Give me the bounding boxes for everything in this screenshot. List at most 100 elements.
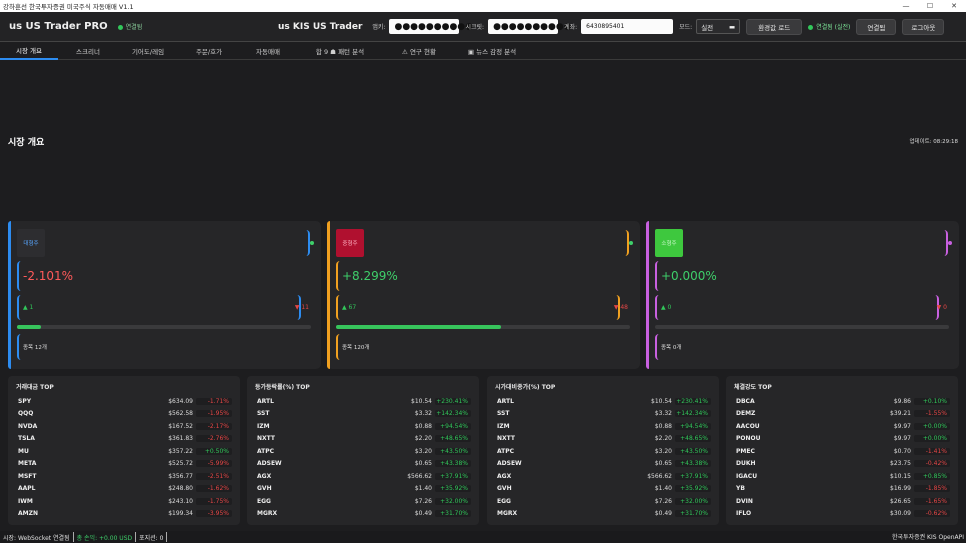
table-row[interactable]: SST $3.32 +142.34%: [257, 408, 471, 420]
ticker-price: $7.26: [654, 497, 672, 505]
minimize-icon[interactable]: —: [894, 0, 918, 12]
table-row[interactable]: AGX $566.62 +37.91%: [497, 470, 711, 482]
ticker-change: +32.00%: [675, 497, 711, 505]
table-row[interactable]: DUKH $23.75 -0.42%: [736, 458, 950, 470]
secret-input[interactable]: ●●●●●●●●●●: [488, 19, 572, 34]
table-row[interactable]: IZM $0.88 +94.54%: [257, 420, 471, 432]
table-row[interactable]: AMZN $199.34 -3.95%: [18, 508, 232, 520]
table-row[interactable]: ATPC $3.20 +43.50%: [257, 445, 471, 457]
table-row[interactable]: EGG $7.26 +32.00%: [257, 495, 471, 507]
table-row[interactable]: SST $3.32 +142.34%: [497, 408, 711, 420]
table-row[interactable]: GVH $1.40 +35.92%: [497, 483, 711, 495]
ticker-symbol: META: [18, 460, 37, 467]
table-row[interactable]: ADSEW $0.65 +43.38%: [257, 458, 471, 470]
connect-button[interactable]: 연결됨: [856, 18, 897, 35]
table-row[interactable]: NXTT $2.20 +48.65%: [257, 433, 471, 445]
table-row[interactable]: MSFT $356.77 -2.51%: [18, 470, 232, 482]
table-row[interactable]: IFLO $30.09 -0.62%: [736, 508, 950, 520]
table-row[interactable]: IGACU $10.15 +0.85%: [736, 470, 950, 482]
table-row[interactable]: SPY $634.09 -1.71%: [18, 395, 232, 407]
mode-select[interactable]: 실전 ▬: [696, 19, 741, 34]
tab-research[interactable]: ⚠ 연구 현황: [388, 42, 450, 60]
live-dot-icon: [808, 25, 814, 30]
ticker-price: $356.77: [168, 472, 193, 480]
ticker-symbol: ATPC: [497, 447, 515, 455]
table-row[interactable]: NXTT $2.20 +48.65%: [497, 433, 711, 445]
ticker-change: +94.54%: [675, 422, 711, 430]
table-row[interactable]: TSLA $361.83 -2.76%: [18, 433, 232, 445]
table-row[interactable]: IZM $0.88 +94.54%: [497, 420, 711, 432]
tab-news-sentiment[interactable]: ▣ 뉴스 감정 분석: [456, 42, 528, 60]
close-icon[interactable]: ✕: [942, 0, 966, 12]
ticker-symbol: MGRX: [497, 510, 518, 517]
advance-count: ▲ 1: [23, 304, 34, 311]
ticker-change: -2.17%: [196, 422, 232, 430]
ticker-symbol: IZM: [497, 422, 510, 430]
table-row[interactable]: IWM $243.10 -1.75%: [18, 495, 232, 507]
tab-chart[interactable]: 기어도/레임: [120, 42, 176, 60]
table-row[interactable]: ATPC $3.20 +43.50%: [497, 445, 711, 457]
card-badge: 중형주: [336, 229, 364, 257]
ticker-price: $566.62: [407, 472, 432, 480]
ticker-symbol: AACOU: [736, 422, 760, 430]
table-row[interactable]: ARTL $10.54 +230.41%: [257, 395, 471, 407]
ticker-price: $566.62: [647, 472, 672, 480]
table-row[interactable]: EGG $7.26 +32.00%: [497, 495, 711, 507]
ticker-price: $9.86: [893, 397, 911, 405]
table-row[interactable]: MU $357.22 +0.50%: [18, 445, 232, 457]
ticker-price: $0.49: [414, 510, 432, 517]
ticker-price: $361.83: [168, 435, 193, 442]
ticker-symbol: SPY: [18, 397, 32, 405]
table-row[interactable]: GVH $1.40 +35.92%: [257, 483, 471, 495]
table-row[interactable]: MGRX $0.49 +31.70%: [257, 508, 471, 520]
table-row[interactable]: MGRX $0.49 +31.70%: [497, 508, 711, 520]
ticker-change: -1.41%: [914, 447, 950, 455]
card-count: 종목 120개: [336, 334, 633, 360]
ticker-price: $248.80: [168, 485, 193, 492]
tab-autotrade[interactable]: 자동매매: [240, 42, 296, 60]
ticker-change: +94.54%: [435, 422, 471, 430]
kis-connection-panel: us KIS US Trader 앱키: ●●●●●●●●●● 시크릿: ●●●…: [278, 12, 950, 41]
logout-button[interactable]: 로그아웃: [902, 18, 945, 35]
tab-order[interactable]: 주문/호가: [180, 42, 238, 60]
ticker-price: $10.15: [890, 472, 911, 480]
table-row[interactable]: DEMZ $39.21 -1.55%: [736, 408, 950, 420]
card-badge: 대형주: [17, 229, 45, 257]
tab-market-overview[interactable]: 시장 개요: [0, 42, 58, 60]
card-change: -2.101%: [17, 261, 314, 291]
market-card-large: 대형주 -2.101% ▲ 1 ▼ 11 종목 12개: [8, 221, 321, 369]
ticker-price: $562.58: [168, 410, 193, 417]
ticker-change: +48.65%: [435, 435, 471, 442]
positions-status: 포지션: 0: [136, 532, 168, 542]
table-row[interactable]: AAPL $248.80 -1.62%: [18, 483, 232, 495]
ticker-change: -1.62%: [196, 485, 232, 492]
env-load-button[interactable]: 환경값 로드: [746, 18, 803, 35]
table-row[interactable]: DVIN $26.65 -1.65%: [736, 495, 950, 507]
updated-time: 업데이트: 08:29:18: [909, 139, 958, 145]
maximize-icon[interactable]: ☐: [918, 0, 942, 12]
account-input[interactable]: 6430895401: [581, 19, 674, 34]
decline-count: ▼ 48: [613, 304, 628, 311]
appkey-input[interactable]: ●●●●●●●●●●: [389, 19, 473, 34]
table-row[interactable]: ADSEW $0.65 +43.38%: [497, 458, 711, 470]
ticker-symbol: DUKH: [736, 460, 756, 467]
tab-pattern[interactable]: 합 9 ☗ 패턴 분석: [302, 42, 378, 60]
ticker-change: -5.99%: [196, 460, 232, 467]
ticker-change: -0.42%: [914, 460, 950, 467]
ticker-price: $2.20: [414, 435, 432, 442]
table-row[interactable]: PONOU $9.97 +0.00%: [736, 433, 950, 445]
table-row[interactable]: NVDA $167.52 -2.17%: [18, 420, 232, 432]
table-row[interactable]: QQQ $562.58 -1.95%: [18, 408, 232, 420]
table-row[interactable]: META $525.72 -5.99%: [18, 458, 232, 470]
table-row[interactable]: AGX $566.62 +37.91%: [257, 470, 471, 482]
advance-count: ▲ 0: [661, 304, 672, 311]
table-row[interactable]: YB $16.99 -1.85%: [736, 483, 950, 495]
ticker-price: $10.54: [651, 397, 672, 405]
table-row[interactable]: AACOU $9.97 +0.00%: [736, 420, 950, 432]
table-row[interactable]: PMEC $0.70 -1.41%: [736, 445, 950, 457]
card-accent-bar: [646, 221, 649, 369]
ticker-change: +37.91%: [675, 472, 711, 480]
table-row[interactable]: DBCA $9.86 +0.10%: [736, 395, 950, 407]
table-row[interactable]: ARTL $10.54 +230.41%: [497, 395, 711, 407]
tab-screener[interactable]: 스크리너: [60, 42, 116, 60]
